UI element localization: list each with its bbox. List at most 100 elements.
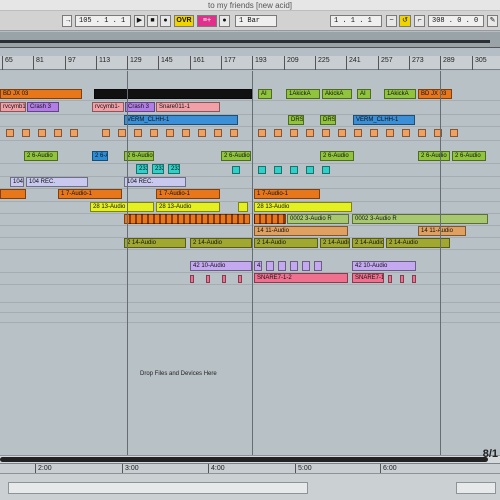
- track-lane[interactable]: 233 233 233: [0, 164, 500, 177]
- clip[interactable]: BD JX 03: [418, 89, 452, 99]
- clip[interactable]: [150, 129, 158, 137]
- clip[interactable]: Crash 3: [27, 102, 59, 112]
- clip[interactable]: [412, 275, 416, 283]
- clip[interactable]: 2 14-Audio: [254, 238, 318, 248]
- clip[interactable]: SNARE7-1-2: [352, 273, 384, 283]
- clip[interactable]: 42 10-Audio: [190, 261, 252, 271]
- clip[interactable]: [70, 129, 78, 137]
- clip[interactable]: [386, 129, 394, 137]
- clip[interactable]: [290, 166, 298, 174]
- clip[interactable]: [274, 166, 282, 174]
- clip[interactable]: [258, 129, 266, 137]
- track-lane[interactable]: [0, 303, 500, 313]
- track-lane[interactable]: 2 6-Audio 2 6-Audio 2 6-Audio 2 6-Audio …: [0, 151, 500, 164]
- clip[interactable]: 1 7-Audio-1: [254, 189, 320, 199]
- status-toggle[interactable]: [456, 482, 496, 494]
- time-ruler[interactable]: 2:00 3:00 4:00 5:00 6:00: [0, 463, 500, 474]
- clip[interactable]: [322, 166, 330, 174]
- punch-icon[interactable]: ⌐: [414, 15, 425, 27]
- automation-arm-button[interactable]: ≡+: [197, 15, 217, 27]
- clip[interactable]: DRS: [288, 115, 304, 125]
- clip[interactable]: 1AkickA: [286, 89, 320, 99]
- loop-wave-icon[interactable]: ~: [386, 15, 397, 27]
- clip[interactable]: [322, 129, 330, 137]
- track-lane[interactable]: 1 7-Audio-1 1 7-Audio-1 1 7-Audio-1: [0, 189, 500, 202]
- clip[interactable]: 42: [254, 261, 262, 271]
- track-lane[interactable]: [0, 313, 500, 323]
- clip[interactable]: rvcymb1-: [0, 102, 26, 112]
- ovr-button[interactable]: OVR: [174, 15, 194, 27]
- clip[interactable]: 2 6-Audio: [452, 151, 486, 161]
- track-lane[interactable]: VERM_CLHH-1 DRS DRS VERM_CLHH-1: [0, 115, 500, 127]
- horizontal-scrollbar[interactable]: [0, 455, 500, 463]
- clip[interactable]: 1AkickA: [384, 89, 416, 99]
- clip[interactable]: [338, 129, 346, 137]
- clip[interactable]: [54, 129, 62, 137]
- clip[interactable]: rvcymb1-: [92, 102, 124, 112]
- track-lane[interactable]: 0002 3-Audio R 0002 3-Audio R: [0, 214, 500, 226]
- clip[interactable]: [38, 129, 46, 137]
- clip[interactable]: [118, 129, 126, 137]
- track-lane[interactable]: 14 11-Audio 14 11-Audio: [0, 226, 500, 238]
- clip[interactable]: [238, 202, 248, 212]
- clip[interactable]: [290, 261, 298, 271]
- clip[interactable]: 104 REC.: [26, 177, 88, 187]
- track-lane[interactable]: BD JX 03 AI 1AkickA AkickA AI 1AkickA BD…: [0, 89, 500, 101]
- clip[interactable]: 2 14-Audio: [352, 238, 384, 248]
- clip[interactable]: Crash 3: [125, 102, 155, 112]
- clip[interactable]: [6, 129, 14, 137]
- clip[interactable]: [402, 129, 410, 137]
- clip[interactable]: 2 6-Audio: [92, 151, 108, 161]
- track-lane[interactable]: SNARE7-1-2 SNARE7-1-2: [0, 273, 500, 285]
- clip[interactable]: AI: [258, 89, 272, 99]
- scroll-thumb[interactable]: [0, 457, 488, 462]
- clip[interactable]: 14 11-Audio: [418, 226, 466, 236]
- track-lane[interactable]: 28 13-Audio 28 13-Audio 28 13-Audio: [0, 202, 500, 214]
- clip[interactable]: [0, 189, 26, 199]
- clip[interactable]: BD JX 03: [0, 89, 82, 99]
- clip[interactable]: 2 6-Audio: [320, 151, 354, 161]
- clip[interactable]: [354, 129, 362, 137]
- track-lane[interactable]: [0, 293, 500, 303]
- loop-start-field[interactable]: 1 . 1 . 1: [330, 15, 382, 27]
- clip[interactable]: 14 11-Audio: [254, 226, 348, 236]
- clip[interactable]: 233: [168, 164, 180, 174]
- clip[interactable]: [166, 129, 174, 137]
- clip[interactable]: 104: [10, 177, 24, 187]
- clip[interactable]: [124, 214, 250, 224]
- play-icon[interactable]: ▶: [134, 15, 145, 27]
- clip[interactable]: [238, 275, 242, 283]
- clip[interactable]: 28 13-Audio: [254, 202, 352, 212]
- clip[interactable]: [278, 261, 286, 271]
- clip[interactable]: [450, 129, 458, 137]
- clip[interactable]: [266, 261, 274, 271]
- quantize-select[interactable]: 1 Bar: [235, 15, 277, 27]
- track-lane[interactable]: 104 104 REC. 104 REC.: [0, 177, 500, 189]
- clip[interactable]: [214, 129, 222, 137]
- clip[interactable]: 2 6-Audio: [221, 151, 251, 161]
- clip[interactable]: [314, 261, 322, 271]
- loop-switch-button[interactable]: ↺: [399, 15, 411, 27]
- clip[interactable]: [222, 275, 226, 283]
- clip[interactable]: [306, 166, 314, 174]
- clip[interactable]: 233: [152, 164, 164, 174]
- clip[interactable]: 0002 3-Audio R: [287, 214, 349, 224]
- metronome-icon[interactable]: ●: [219, 15, 230, 27]
- clip[interactable]: VERM_CLHH-1: [353, 115, 415, 125]
- clip[interactable]: [306, 129, 314, 137]
- clip[interactable]: 2 14-Audio: [190, 238, 252, 248]
- clip[interactable]: Snare011-1: [156, 102, 220, 112]
- record-icon[interactable]: ●: [160, 15, 171, 27]
- follow-arrow-icon[interactable]: →: [62, 15, 72, 27]
- clip[interactable]: SNARE7-1-2: [254, 273, 348, 283]
- clip[interactable]: 2 6-Audio: [24, 151, 58, 161]
- clip[interactable]: [102, 129, 110, 137]
- clip[interactable]: 1 7-Audio-1: [58, 189, 122, 199]
- clip[interactable]: 2 14-Audio: [124, 238, 186, 248]
- clip[interactable]: DRS: [320, 115, 336, 125]
- clip[interactable]: 104 REC.: [124, 177, 186, 187]
- clip[interactable]: 0002 3-Audio R: [352, 214, 488, 224]
- beat-ruler[interactable]: 65 81 97 113 129 145 161 177 193 209 225…: [0, 56, 500, 70]
- clip[interactable]: AkickA: [322, 89, 352, 99]
- clip[interactable]: [206, 275, 210, 283]
